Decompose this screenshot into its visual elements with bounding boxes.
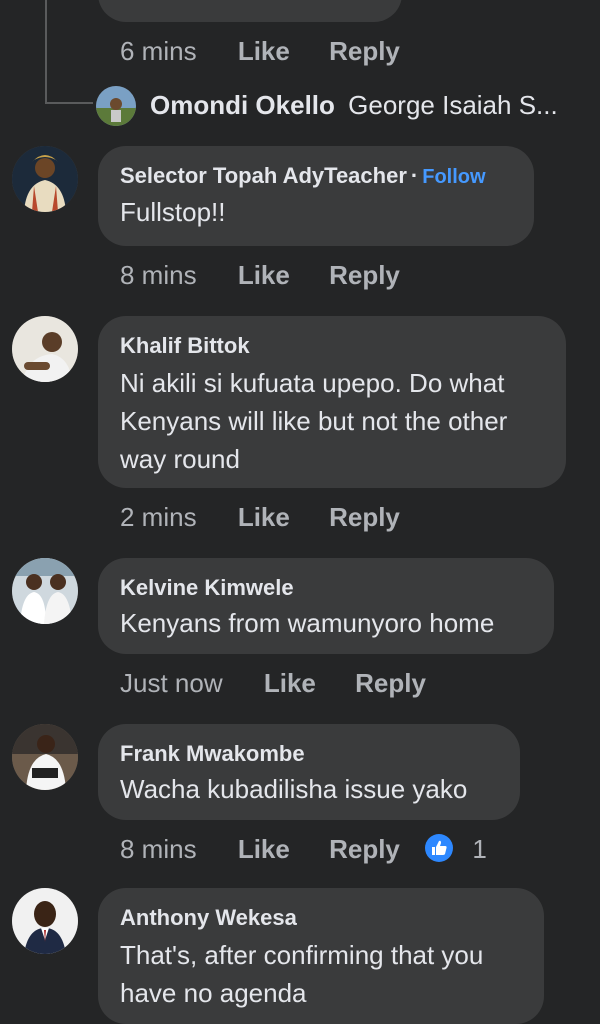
like-button[interactable]: Like <box>264 668 316 699</box>
comment-author[interactable]: Anthony Wekesa <box>120 904 522 932</box>
comment-text: Fullstop!! <box>120 197 226 227</box>
comment-author[interactable]: Kelvine Kimwele <box>120 574 532 602</box>
like-button[interactable]: Like <box>238 834 290 865</box>
reply-button[interactable]: Reply <box>329 834 400 865</box>
comment-time: Just now <box>120 668 223 698</box>
comment-actions: 8 mins Like Reply <box>120 260 400 291</box>
comment-text: Wacha kubadilisha issue yako <box>120 774 468 804</box>
avatar[interactable] <box>12 558 78 624</box>
comment-bubble[interactable]: Kelvine Kimwele Kenyans from wamunyoro h… <box>98 558 554 654</box>
thread-elbow <box>45 102 93 104</box>
thread-line <box>45 0 47 104</box>
comment-text: Kenyans from wamunyoro home <box>120 608 495 638</box>
comment-author[interactable]: Khalif Bittok <box>120 332 544 360</box>
like-button[interactable]: Like <box>238 260 290 291</box>
comment-time: 6 mins <box>120 36 197 66</box>
comment-bubble-partial <box>98 0 402 22</box>
avatar-image <box>12 888 78 954</box>
comment-actions: 2 mins Like Reply <box>120 502 400 533</box>
thumbs-up-icon[interactable] <box>425 834 454 862</box>
comment-actions: Just now Like Reply <box>120 668 426 699</box>
reply-button[interactable]: Reply <box>329 260 400 291</box>
like-button[interactable]: Like <box>238 36 290 67</box>
like-button[interactable]: Like <box>238 502 290 533</box>
comment-actions: 6 mins Like Reply <box>120 36 400 67</box>
avatar[interactable] <box>12 888 78 954</box>
reply-button[interactable]: Reply <box>355 668 426 699</box>
avatar-image <box>12 724 78 790</box>
collapsed-reply[interactable]: Omondi Okello George Isaiah S... <box>150 90 558 121</box>
comment-bubble[interactable]: Frank Mwakombe Wacha kubadilisha issue y… <box>98 724 520 820</box>
avatar[interactable] <box>12 316 78 382</box>
reply-author: Omondi Okello <box>150 90 335 120</box>
comment-time: 8 mins <box>120 834 197 864</box>
comment-bubble[interactable]: Anthony Wekesa That's, after confirming … <box>98 888 544 1024</box>
comment-author[interactable]: Frank Mwakombe <box>120 740 498 768</box>
comment-author-line: Selector Topah AdyTeacher · Follow <box>120 162 512 191</box>
reply-button[interactable]: Reply <box>329 36 400 67</box>
reaction-count: 1 <box>472 834 487 864</box>
separator-dot: · <box>410 163 419 188</box>
comment-time: 8 mins <box>120 260 197 290</box>
follow-button[interactable]: Follow <box>422 166 485 188</box>
avatar-image <box>12 316 78 382</box>
comment-bubble[interactable]: Selector Topah AdyTeacher · Follow Fullsto… <box>98 146 534 246</box>
avatar-image <box>12 146 78 212</box>
avatar[interactable] <box>12 724 78 790</box>
avatar[interactable] <box>12 146 78 212</box>
avatar-image <box>96 86 136 126</box>
avatar[interactable] <box>96 86 136 126</box>
comment-text: Ni akili si kufuata upepo. Do what Kenya… <box>120 368 508 474</box>
comment-bubble[interactable]: Khalif Bittok Ni akili si kufuata upepo.… <box>98 316 566 488</box>
thumbs-up-glyph <box>432 840 447 855</box>
reply-button[interactable]: Reply <box>329 502 400 533</box>
comment-author[interactable]: Selector Topah AdyTeacher <box>120 163 407 188</box>
comment-text: That's, after confirming that you have n… <box>120 940 484 1008</box>
reply-preview: George Isaiah S... <box>348 90 558 120</box>
comment-time: 2 mins <box>120 502 197 532</box>
avatar-image <box>12 558 78 624</box>
comment-actions: 8 mins Like Reply 1 <box>120 834 487 865</box>
